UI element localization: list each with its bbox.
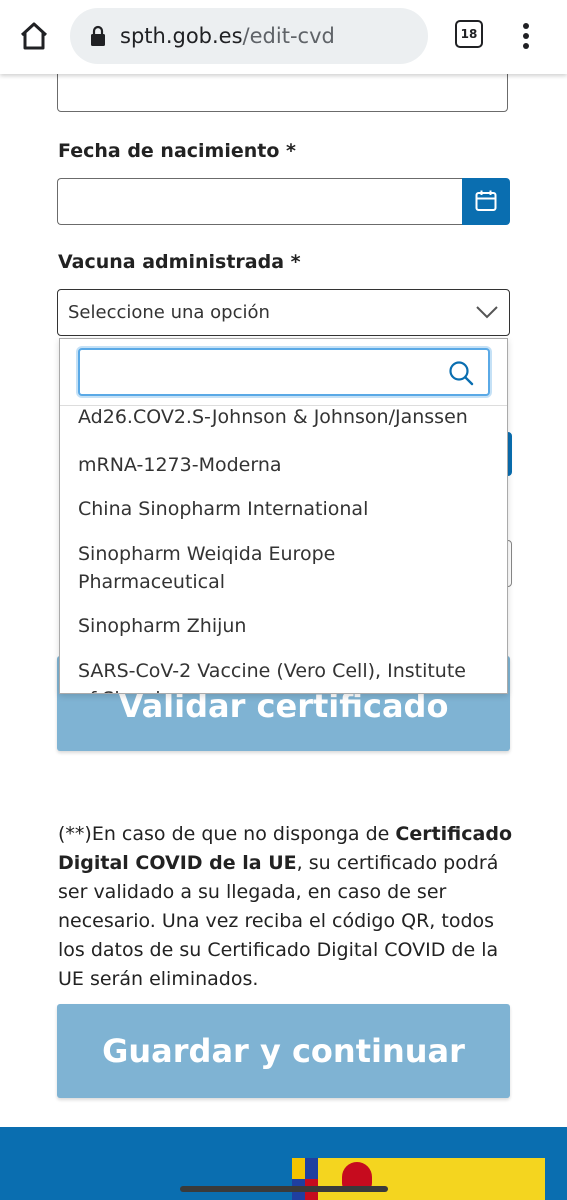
note-prefix: (**)En caso de que no disponga de [58, 823, 396, 845]
eu-flag-logo [292, 1158, 318, 1200]
url-host: spth.gob.es [120, 24, 243, 48]
dropdown-option[interactable]: Sinopharm Weiqida Europe Pharmaceutical [78, 540, 488, 596]
vaccine-label: Vacuna administrada * [58, 251, 301, 273]
tab-switcher-button[interactable]: 18 [455, 20, 483, 48]
vaccine-dropdown: Ad26.COV2.S-Johnson & Johnson/Janssen mR… [59, 338, 508, 694]
eu-certificate-note: (**)En caso de que no disponga de Certif… [58, 820, 513, 994]
dropdown-option[interactable]: Sinopharm Zhijun [78, 612, 488, 640]
dropdown-search-input[interactable] [78, 348, 490, 396]
dropdown-option[interactable]: mRNA-1273-Moderna [78, 451, 488, 479]
calendar-icon [475, 190, 497, 211]
more-menu-icon[interactable] [516, 18, 536, 54]
save-continue-button[interactable]: Guardar y continuar [57, 1004, 510, 1098]
address-bar[interactable]: spth.gob.es/edit-cvd [70, 8, 428, 64]
birth-date-label: Fecha de nacimiento * [58, 140, 296, 162]
search-icon [449, 361, 474, 386]
dropdown-options-list[interactable]: Ad26.COV2.S-Johnson & Johnson/Janssen mR… [60, 405, 507, 693]
url-text: spth.gob.es/edit-cvd [120, 8, 335, 64]
dropdown-option[interactable]: SARS-CoV-2 Vaccine (Vero Cell), Institut… [78, 657, 488, 693]
lock-icon [91, 25, 105, 46]
gesture-bar[interactable] [180, 1186, 388, 1192]
chevron-down-icon [476, 306, 498, 319]
vaccine-select[interactable]: Seleccione una opción [57, 289, 510, 336]
url-path: /edit-cvd [242, 24, 335, 48]
browser-toolbar: spth.gob.es/edit-cvd 18 [0, 0, 567, 74]
dropdown-option[interactable]: China Sinopharm International [78, 495, 488, 523]
calendar-button[interactable] [462, 178, 510, 225]
home-icon[interactable] [14, 16, 54, 56]
vaccine-select-value: Seleccione una opción [68, 302, 270, 323]
dropdown-option[interactable]: Ad26.COV2.S-Johnson & Johnson/Janssen [78, 405, 488, 431]
birth-date-input[interactable] [57, 178, 463, 225]
